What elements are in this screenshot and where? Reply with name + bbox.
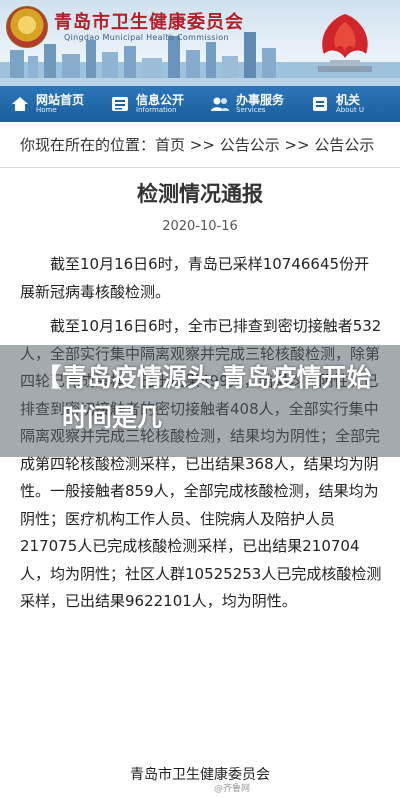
nav-label: 机关 <box>336 92 361 107</box>
article-paragraph: 截至10月16日6时，青岛已采样10746645份开展新冠病毒核酸检测。 <box>20 255 370 301</box>
nav-item-about[interactable]: 机关 About U <box>300 92 400 115</box>
breadcrumb-path[interactable]: 首页 >> 公告公示 >> 公告公示 <box>155 134 374 155</box>
nav-sublabel: About U <box>336 105 365 114</box>
overlay-headline: 青岛疫情源头,青岛疫情开始时间是几 <box>62 363 372 432</box>
info-list-icon <box>110 95 130 113</box>
site-subtitle: Qingdao Municipal Health Commission <box>64 33 229 42</box>
breadcrumb-prefix: 你现在所在的位置： <box>20 136 156 154</box>
main-nav: 网站首页 Home 信息公开 Information 办事服务 Services… <box>0 86 400 122</box>
nav-label-group: 信息公开 Information <box>136 92 185 115</box>
nav-label: 网站首页 <box>36 92 85 107</box>
nav-item-services[interactable]: 办事服务 Services <box>200 92 300 115</box>
may-wind-sculpture-graphic <box>318 14 372 72</box>
nav-sublabel: Home <box>36 105 57 114</box>
nav-label: 信息公开 <box>136 92 185 107</box>
article-date: 2020-10-16 <box>162 219 238 234</box>
nav-label-group: 网站首页 Home <box>36 92 85 115</box>
article-signature: 青岛市卫生健康委员会 <box>130 767 270 783</box>
nav-label-group: 办事服务 Services <box>236 92 285 115</box>
government-emblem-logo[interactable] <box>6 6 48 48</box>
about-icon <box>310 95 330 113</box>
nav-item-information[interactable]: 信息公开 Information <box>100 92 200 115</box>
service-people-icon <box>210 95 230 113</box>
headline-bracket: 【 <box>36 363 62 392</box>
nav-sublabel: Information <box>136 105 177 114</box>
nav-label-group: 机关 About U <box>336 92 365 115</box>
article-title: 检测情况通报 <box>137 182 263 206</box>
home-icon <box>10 95 30 113</box>
breadcrumb: 你现在所在的位置： 首页 >> 公告公示 >> 公告公示 <box>0 122 400 168</box>
nav-item-home[interactable]: 网站首页 Home <box>0 92 100 115</box>
nav-label: 办事服务 <box>236 92 285 107</box>
site-header-banner: 青岛市卫生健康委员会 Qingdao Municipal Health Comm… <box>0 0 400 86</box>
site-title[interactable]: 青岛市卫生健康委员会 <box>54 8 244 34</box>
nav-sublabel: Services <box>236 105 266 114</box>
watermark: @齐鲁网 <box>213 784 250 794</box>
